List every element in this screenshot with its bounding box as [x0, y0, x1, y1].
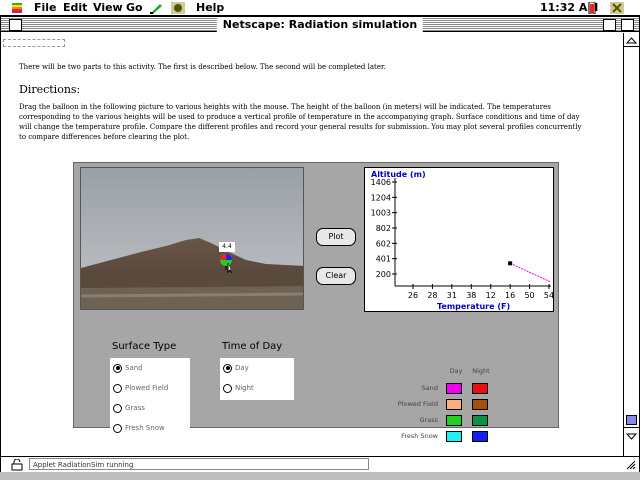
time-of-day-panel: Day Night [220, 358, 294, 400]
y-tick-label: 1003 [371, 209, 391, 218]
legend-night-swatch [472, 399, 488, 410]
directions-line-4: to compare differences before clearing t… [19, 133, 190, 141]
directions-line-1: Drag the balloon in the following pictur… [19, 103, 551, 111]
directions-heading: Directions: [19, 83, 81, 96]
x-tick-label: 50 [524, 291, 534, 300]
apple-icon[interactable] [10, 2, 24, 14]
balloon-icon[interactable] [219, 253, 235, 273]
x-tick-label: 16 [505, 291, 515, 300]
scroll-thumb[interactable] [626, 415, 637, 425]
color-legend: Day Night Sand Plowed Field Grass Fresh Sno… [374, 367, 504, 451]
resize-grip-icon[interactable] [625, 459, 637, 471]
legend-night-swatch [472, 383, 488, 394]
time-of-day-heading: Time of Day [222, 341, 283, 352]
surface-option-plowed-field[interactable]: Plowed Field [113, 382, 168, 394]
plot-button[interactable]: Plot [316, 228, 356, 246]
battery-icon [588, 2, 596, 14]
legend-day-header: Day [449, 367, 463, 375]
profile-line [509, 262, 552, 283]
scroll-up-arrow-icon[interactable] [624, 33, 639, 47]
menu-help[interactable]: Help [196, 1, 224, 14]
y-tick-label: 802 [376, 224, 391, 233]
status-text: Applet RadiationSim running [29, 458, 369, 470]
legend-label: Grass [419, 416, 438, 424]
editor-icon[interactable] [149, 2, 163, 14]
x-tick-label: 38 [466, 291, 476, 300]
chart-canvas: 1406 1204 1003 802 602 401 200 26 28 31 38 12 16 50 54… [371, 170, 554, 311]
menu-file[interactable]: File [34, 1, 57, 14]
page-content: There will be two parts to this activity… [1, 33, 623, 456]
radio-day[interactable] [223, 363, 232, 373]
y-axis-title: Altitude (m) [371, 170, 426, 179]
x-tick-label: 28 [427, 291, 437, 300]
legend-label: Sand [421, 384, 438, 392]
legend-day-swatch [446, 431, 462, 442]
x-axis-title: Temperature (F) [437, 302, 510, 311]
clear-button[interactable]: Clear [316, 267, 356, 285]
security-lock-icon[interactable] [11, 459, 25, 471]
surface-option-label: Fresh Snow [125, 424, 165, 432]
x-tick-label: 12 [486, 291, 496, 300]
radio-plowed-field[interactable] [113, 383, 122, 393]
legend-label: Fresh Snow [401, 432, 438, 440]
radio-sand[interactable] [113, 363, 122, 373]
radio-grass[interactable] [113, 403, 122, 413]
y-tick-label: 1406 [371, 178, 391, 187]
menu-bar: File Edit View Go Help 11:32 AM [0, 0, 640, 16]
surface-type-panel: Sand Plowed Field Grass Fresh Snow [110, 358, 190, 438]
landscape-photo[interactable]: 4.4 [80, 167, 304, 310]
legend-night-swatch [472, 415, 488, 426]
x-tick-label: 31 [447, 291, 457, 300]
y-tick-label: 602 [376, 239, 391, 248]
directions-line-2: corresponding to the various heights wil… [19, 113, 580, 121]
toolbar-stub [3, 39, 65, 47]
surface-option-grass[interactable]: Grass [113, 402, 145, 414]
time-option-label: Day [235, 364, 249, 372]
menu-go[interactable]: Go [126, 1, 143, 14]
netscape-app-icon[interactable] [610, 2, 624, 14]
surface-option-label: Sand [125, 364, 143, 372]
surface-option-sand[interactable]: Sand [113, 362, 143, 374]
radiation-applet: 4.4 Plot Clear 1406 1204 1003 802 602 401 200 2… [73, 162, 559, 451]
legend-day-swatch [446, 399, 462, 410]
menu-view[interactable]: View [93, 1, 123, 14]
legend-day-swatch [446, 415, 462, 426]
time-option-label: Night [235, 384, 254, 392]
x-tick-label: 54 [544, 291, 554, 300]
legend-night-header: Night [472, 367, 490, 375]
time-option-day[interactable]: Day [223, 362, 249, 374]
browser-window: Netscape: Radiation simulation There wil… [0, 16, 640, 472]
menu-edit[interactable]: Edit [63, 1, 87, 14]
balloon-height-label: 4.4 [219, 242, 235, 252]
legend-label: Plowed Field [397, 400, 438, 408]
x-tick-label: 26 [408, 291, 418, 300]
temperature-profile-graph: 1406 1204 1003 802 602 401 200 26 28 31 38 12 16 50 54… [364, 167, 554, 312]
y-tick-label: 200 [376, 270, 391, 279]
legend-day-swatch [446, 383, 462, 394]
netscape-icon[interactable] [171, 2, 185, 14]
legend-divider [442, 449, 494, 451]
intro-text: There will be two parts to this activity… [19, 63, 386, 71]
directions-line-3: will change the temperature profile. Com… [19, 123, 582, 131]
collapse-box-icon[interactable] [621, 19, 634, 31]
radio-night[interactable] [223, 383, 232, 393]
y-tick-label: 401 [376, 255, 391, 264]
radio-fresh-snow[interactable] [113, 423, 122, 433]
surface-option-fresh-snow[interactable]: Fresh Snow [113, 422, 165, 434]
scroll-down-arrow-icon[interactable] [624, 427, 639, 441]
time-option-night[interactable]: Night [223, 382, 254, 394]
surface-option-label: Plowed Field [125, 384, 169, 392]
legend-night-swatch [472, 431, 488, 442]
zoom-box-icon[interactable] [603, 19, 616, 31]
status-bar: Applet RadiationSim running [1, 456, 639, 472]
surface-type-heading: Surface Type [112, 341, 177, 352]
close-box-icon[interactable] [9, 19, 22, 31]
title-bar[interactable]: Netscape: Radiation simulation [1, 17, 639, 32]
surface-option-label: Grass [125, 404, 145, 412]
landscape-image [81, 168, 303, 309]
vertical-scrollbar[interactable] [623, 33, 639, 456]
window-title: Netscape: Radiation simulation [216, 17, 424, 32]
y-tick-label: 1204 [371, 193, 391, 202]
data-point [508, 261, 513, 266]
